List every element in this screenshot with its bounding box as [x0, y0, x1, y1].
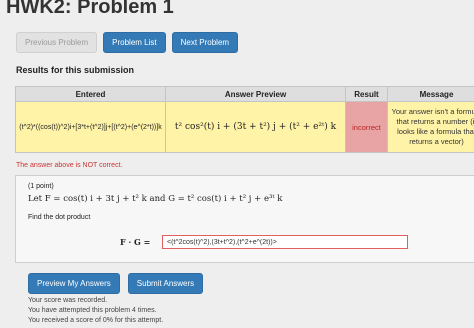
- column-header-message: Message: [387, 86, 474, 102]
- column-header-result: Result: [345, 86, 388, 102]
- result-status-cell: incorrect: [345, 101, 388, 153]
- results-table: Entered Answer Preview Result Message (t…: [15, 86, 474, 153]
- table-row: (t^2)*((cos(t))^2)i+[3*t+(t^2)]j+[(t^2)+…: [15, 101, 474, 153]
- problem-statement-box: (1 point) Let F = cos(t) i + 3t j + t² k…: [15, 175, 474, 263]
- problem-navigation: Previous Problem Problem List Next Probl…: [16, 32, 239, 53]
- column-header-entered: Entered: [15, 86, 166, 102]
- message-cell: Your answer isn't a formula that returns…: [387, 101, 474, 153]
- problem-definition: Let F = cos(t) i + 3t j + t² k and G = t…: [28, 194, 283, 204]
- attempts-text: You have attempted this problem 4 times.: [28, 307, 157, 314]
- problem-question: Find the dot product: [28, 214, 91, 221]
- next-problem-button[interactable]: Next Problem: [171, 32, 239, 53]
- answer-preview-cell: t² cos²(t) i + (3t + t²) j + (t² + e²ᵗ) …: [165, 101, 346, 153]
- webwork-problem-page: HWK2: Problem 1 Previous Problem Problem…: [0, 0, 474, 328]
- results-heading: Results for this submission: [16, 65, 135, 75]
- answer-input[interactable]: [162, 235, 408, 249]
- dot-product-label: F · G =: [120, 237, 151, 247]
- previous-problem-button[interactable]: Previous Problem: [16, 32, 98, 53]
- score-text: You received a score of 0% for this atte…: [28, 317, 164, 324]
- column-header-answer-preview: Answer Preview: [165, 86, 346, 102]
- problem-list-button[interactable]: Problem List: [103, 32, 166, 53]
- preview-answers-button[interactable]: Preview My Answers: [28, 273, 120, 294]
- problem-points: (1 point): [28, 183, 54, 190]
- results-header-row: Entered Answer Preview Result Message: [15, 86, 474, 102]
- entered-answer-cell: (t^2)*((cos(t))^2)i+[3*t+(t^2)]j+[(t^2)+…: [15, 101, 166, 153]
- submission-actions: Preview My Answers Submit Answers: [28, 273, 204, 294]
- submit-answers-button[interactable]: Submit Answers: [127, 273, 204, 294]
- page-title: HWK2: Problem 1: [6, 0, 174, 18]
- not-correct-notice: The answer above is NOT correct.: [16, 162, 123, 169]
- submission-status: Your score was recorded. You have attemp…: [28, 296, 163, 326]
- score-recorded-text: Your score was recorded.: [28, 297, 108, 304]
